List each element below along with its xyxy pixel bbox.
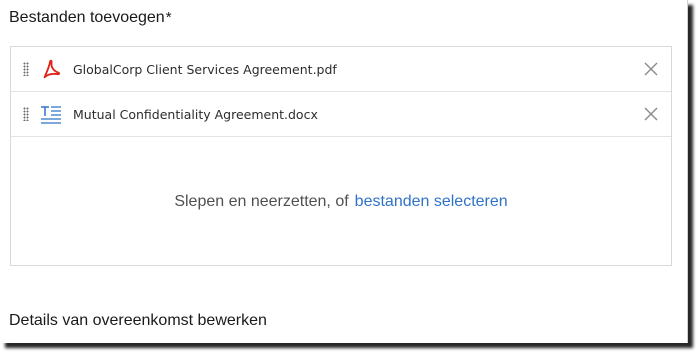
drag-handle-icon[interactable] (23, 107, 29, 121)
pdf-icon (39, 58, 63, 80)
file-row[interactable]: Mutual Confidentiality Agreement.docx (11, 92, 671, 137)
file-name: Mutual Confidentiality Agreement.docx (73, 106, 318, 122)
drag-handle-icon[interactable] (23, 62, 29, 76)
drop-zone-text: Slepen en neerzetten, of (174, 192, 349, 210)
drop-zone[interactable]: Slepen en neerzetten, of bestanden selec… (11, 138, 671, 265)
details-section-title: Details van overeenkomst bewerken (9, 312, 267, 329)
file-name: GlobalCorp Client Services Agreement.pdf (73, 61, 337, 77)
text-document-icon (39, 103, 63, 125)
section-title-text: Bestanden toevoegen (9, 9, 165, 26)
remove-file-close-icon[interactable] (643, 106, 659, 122)
section-title: Bestanden toevoegen* (9, 9, 172, 27)
remove-file-close-icon[interactable] (643, 61, 659, 77)
file-upload-panel: GlobalCorp Client Services Agreement.pdf… (10, 46, 672, 266)
file-row[interactable]: GlobalCorp Client Services Agreement.pdf (11, 47, 671, 92)
select-files-link[interactable]: bestanden selecteren (355, 193, 508, 211)
add-files-dialog: Bestanden toevoegen* GlobalCorp Client S… (0, 0, 688, 343)
required-mark: * (165, 9, 172, 26)
